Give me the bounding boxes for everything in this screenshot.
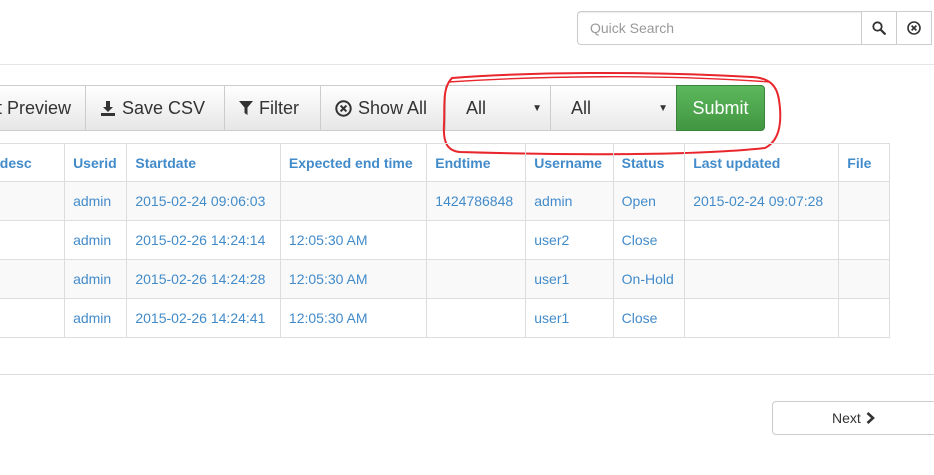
column-header[interactable]: Task desc — [0, 143, 66, 182]
column-header[interactable]: Status — [612, 143, 686, 182]
submit-label: Submit — [692, 97, 749, 118]
table-cell — [0, 220, 66, 260]
table-cell[interactable]: Close — [612, 220, 686, 260]
table-row: admin 2015-02-26 14:24:14 12:05:30 AM us… — [0, 220, 890, 260]
save-csv-label: Save CSV — [122, 97, 206, 118]
table-cell[interactable] — [684, 220, 840, 260]
table-cell — [838, 181, 890, 221]
quick-search — [577, 11, 932, 45]
show-all-label: Show All — [358, 97, 428, 118]
table-cell — [0, 298, 66, 338]
divider — [0, 374, 934, 375]
column-header[interactable]: Startdate — [126, 143, 281, 182]
column-header[interactable]: Endtime — [426, 143, 527, 182]
table-cell[interactable] — [426, 259, 527, 299]
search-button[interactable] — [861, 11, 897, 45]
table-cell[interactable] — [279, 181, 428, 221]
table-row: admin 2015-02-26 14:24:28 12:05:30 AM us… — [0, 259, 890, 299]
table-header-row: Task desc Userid Startdate Expected end … — [0, 143, 890, 182]
filter-select-2-value: All — [571, 97, 592, 118]
table-cell[interactable] — [426, 298, 527, 338]
submit-button[interactable]: Submit — [676, 85, 765, 131]
divider — [0, 64, 934, 65]
column-header[interactable]: File — [838, 143, 890, 182]
clear-circle-icon — [335, 99, 352, 117]
next-page-button[interactable]: Next — [772, 401, 934, 435]
table-row: admin 2015-02-24 09:06:03 1424786848 adm… — [0, 181, 890, 221]
column-header[interactable]: Expected end time — [279, 143, 428, 182]
table-cell[interactable]: 12:05:30 AM — [279, 259, 428, 299]
table-cell[interactable]: 2015-02-26 14:24:41 — [126, 298, 281, 338]
clear-circle-icon — [907, 21, 921, 35]
table-cell[interactable]: 1424786848 — [426, 181, 527, 221]
next-page-label: Next — [832, 410, 861, 426]
tasks-table: Task desc Userid Startdate Expected end … — [0, 143, 890, 338]
table-cell[interactable]: 2015-02-24 09:07:28 — [684, 181, 840, 221]
clear-search-button[interactable] — [896, 11, 932, 45]
chevron-right-icon — [866, 412, 875, 424]
save-csv-button[interactable]: Save CSV — [85, 85, 225, 131]
table-cell[interactable] — [426, 220, 527, 260]
download-icon — [100, 100, 116, 117]
caret-down-icon: ▼ — [532, 102, 542, 114]
filter-select-2[interactable]: All ▼ — [550, 85, 677, 131]
caret-down-icon: ▼ — [658, 102, 668, 114]
show-all-button[interactable]: Show All — [320, 85, 446, 131]
column-header[interactable]: Userid — [64, 143, 128, 182]
table-cell[interactable]: admin — [64, 298, 128, 338]
table-cell[interactable]: 12:05:30 AM — [279, 298, 428, 338]
table-cell[interactable]: 2015-02-24 09:06:03 — [126, 181, 281, 221]
table-row: admin 2015-02-26 14:24:41 12:05:30 AM us… — [0, 298, 890, 338]
table-cell[interactable]: 2015-02-26 14:24:28 — [126, 259, 281, 299]
filter-select-1[interactable]: All ▼ — [445, 85, 551, 131]
table-cell[interactable]: Close — [612, 298, 686, 338]
table-cell[interactable]: admin — [64, 220, 128, 260]
column-header[interactable]: Username — [525, 143, 614, 182]
table-cell — [838, 298, 890, 338]
search-icon — [872, 21, 886, 35]
table-cell[interactable]: admin — [64, 259, 128, 299]
table-cell[interactable]: 2015-02-26 14:24:14 — [126, 220, 281, 260]
table-cell[interactable]: Open — [612, 181, 686, 221]
table-cell[interactable]: On-Hold — [612, 259, 686, 299]
table-cell[interactable] — [684, 259, 840, 299]
table-cell[interactable]: admin — [64, 181, 128, 221]
table-cell — [838, 220, 890, 260]
preview-button[interactable]: t Preview — [0, 85, 86, 131]
quick-search-input[interactable] — [577, 11, 862, 45]
preview-button-label: t Preview — [0, 97, 71, 118]
table-cell[interactable]: user2 — [525, 220, 614, 260]
table-cell — [0, 181, 66, 221]
filter-icon — [239, 100, 253, 116]
table-cell — [0, 259, 66, 299]
toolbar: t Preview Save CSV Filter Show All All ▼… — [0, 85, 765, 131]
column-header[interactable]: Last updated — [684, 143, 840, 182]
filter-label: Filter — [259, 97, 299, 118]
filter-select-1-value: All — [466, 97, 487, 118]
table-cell — [838, 259, 890, 299]
table-cell[interactable]: user1 — [525, 298, 614, 338]
table-cell[interactable]: admin — [525, 181, 614, 221]
table-cell[interactable]: 12:05:30 AM — [279, 220, 428, 260]
table-cell[interactable]: user1 — [525, 259, 614, 299]
filter-button[interactable]: Filter — [224, 85, 321, 131]
table-cell[interactable] — [684, 298, 840, 338]
